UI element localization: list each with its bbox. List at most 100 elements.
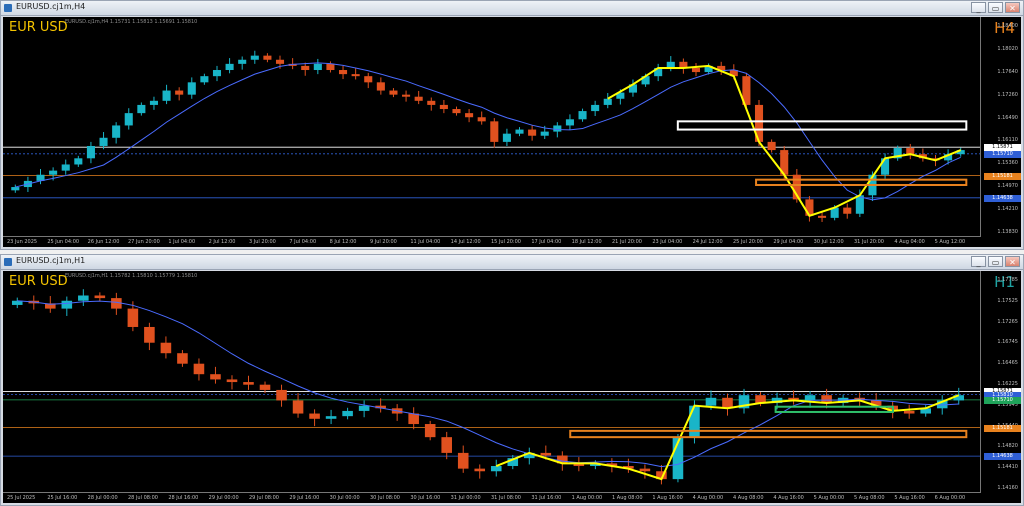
candle-body (903, 410, 915, 414)
price-tick-label: 1.15360 (997, 160, 1018, 167)
price-tick-label: 1.18020 (997, 45, 1018, 52)
zigzag-line (607, 64, 962, 217)
candle-body (540, 131, 549, 136)
price-tick-label: 1.16225 (997, 381, 1018, 387)
ohlc-readout: EURUSD.cj1m,H1 1.15782 1.15810 1.15779 1… (65, 273, 198, 279)
candle-body (477, 117, 486, 122)
time-tick-label: 24 Jul 12:00 (692, 239, 723, 245)
price-tag: 1.15710 (984, 150, 1021, 158)
price-tick-label: 1.16490 (997, 114, 1018, 121)
window-titlebar[interactable]: EURUSD.cj1m,H4 _ ▭ ✕ (1, 1, 1023, 16)
candle-body (309, 413, 320, 419)
time-tick-label: 5 Aug 16:00 (894, 495, 925, 501)
chart-area[interactable]: EUR USD EURUSD.cj1m,H1 1.15782 1.15810 1… (3, 271, 1021, 503)
candle-body (465, 113, 474, 118)
time-tick-label: 29 Jul 04:00 (773, 239, 804, 245)
moving-average-line (17, 300, 959, 468)
candle-body (149, 100, 158, 105)
time-tick-label: 28 Jul 00:00 (87, 495, 118, 501)
chart-area[interactable]: EUR USD EURUSD.cj1m,H4 1.15731 1.15813 1… (3, 17, 1021, 247)
candle-body (276, 389, 287, 401)
time-tick-label: 17 Jul 04:00 (531, 239, 562, 245)
price-tick-label: 1.16110 (997, 137, 1018, 144)
candle-body (124, 113, 133, 126)
price-tick-label: 1.14210 (997, 206, 1018, 213)
candle-body (86, 145, 95, 159)
chart-window-icon (4, 4, 12, 12)
candle-body (767, 141, 776, 151)
restore-button[interactable]: ▭ (988, 2, 1003, 13)
time-tick-label: 29 Jul 00:00 (208, 495, 239, 501)
time-tick-label: 14 Jul 12:00 (450, 239, 481, 245)
time-tick-label: 25 Jul 20:00 (733, 239, 763, 245)
time-tick-label: 1 Aug 08:00 (612, 495, 643, 501)
time-axis[interactable]: 25 Jul 2025 25 Jul 16:00 28 Jul 00:00 28 Ju… (3, 492, 981, 503)
time-tick-label: 5 Aug 00:00 (813, 495, 845, 501)
close-button[interactable]: ✕ (1005, 2, 1020, 13)
minimize-button[interactable]: _ (971, 2, 986, 13)
price-axis[interactable]: 1.17785 1.17525 1.17265 1.16745 1.16465 1.162… (980, 271, 1021, 493)
time-tick-label: 1 Aug 16:00 (652, 495, 683, 501)
candle-body (565, 119, 574, 126)
time-tick-label: 1 Jul 04:00 (168, 239, 196, 245)
minimize-button[interactable]: _ (971, 256, 986, 267)
candle-body (474, 468, 486, 472)
candle-body (705, 397, 717, 406)
chart-window-h4[interactable]: EURUSD.cj1m,H4 _ ▭ ✕ EUR USD EURUSD.cj1m… (0, 0, 1024, 250)
chart-window-h1[interactable]: EURUSD.cj1m,H1 _ ▭ ✕ EUR USD EURUSD.cj1m… (0, 254, 1024, 506)
window-titlebar[interactable]: EURUSD.cj1m,H1 _ ▭ ✕ (1, 255, 1023, 270)
time-tick-label: 11 Jul 04:00 (410, 239, 441, 245)
symbol-label: EUR USD (9, 20, 68, 35)
candle-body (339, 70, 348, 75)
price-tick-label: 1.17525 (997, 297, 1018, 304)
candle-body (193, 363, 205, 375)
candle-body (515, 129, 524, 134)
time-tick-label: 1 Aug 00:00 (571, 495, 603, 501)
candle-body (805, 199, 814, 216)
candle-body (804, 395, 816, 401)
time-tick-label: 25 Jun 04:00 (47, 239, 80, 245)
price-tick-label: 1.17640 (997, 68, 1018, 75)
time-tick-label: 6 Aug 00:00 (934, 495, 966, 501)
price-tag: 1.14638 (984, 194, 1021, 202)
candle-body (259, 384, 271, 390)
candle-body (818, 215, 827, 218)
time-tick-label: 23 Jul 04:00 (652, 239, 683, 245)
time-tick-label: 5 Aug 08:00 (854, 495, 885, 501)
time-tick-label: 4 Aug 04:00 (894, 239, 925, 245)
time-tick-label: 26 Jun 12:00 (87, 239, 120, 245)
restore-button[interactable]: ▭ (988, 256, 1003, 267)
candle-body (639, 468, 651, 472)
time-tick-label: 27 Jun 20:00 (128, 239, 160, 245)
candle-body (275, 59, 285, 64)
time-tick-label: 30 Jul 08:00 (370, 495, 400, 501)
ohlc-readout: EURUSD.cj1m,H4 1.15731 1.15813 1.15691 1… (65, 19, 198, 25)
time-tick-label: 18 Jul 12:00 (571, 239, 602, 245)
candle-body (427, 100, 436, 105)
price-tick-label: 1.16745 (997, 339, 1018, 346)
candle-body (364, 76, 373, 83)
zone-box-orange (755, 178, 968, 187)
candle-body (74, 158, 83, 165)
candle-body (528, 129, 537, 136)
candle-body (490, 466, 502, 472)
price-chart-canvas (3, 289, 981, 485)
candle-body (263, 55, 272, 60)
candle-body (11, 187, 20, 191)
price-tick-label: 1.17260 (997, 91, 1018, 98)
time-axis[interactable]: 23 Jun 2025 25 Jun 04:00 26 Jun 12:00 27 Ju… (3, 236, 981, 247)
zone-box-white (676, 120, 968, 131)
time-tick-label: 28 Jul 16:00 (168, 495, 199, 501)
candle-body (855, 195, 864, 214)
time-tick-label: 23 Jun 2025 (7, 239, 38, 245)
price-tick-label: 1.14160 (997, 485, 1018, 491)
time-tick-label: 31 Jul 08:00 (491, 495, 521, 501)
price-axis[interactable]: 1.18400 1.18020 1.17640 1.17260 1.16490 1.161… (980, 17, 1021, 237)
price-tag: 1.15181 (984, 424, 1021, 432)
candle-body (238, 59, 247, 64)
candle-body (177, 353, 188, 364)
candle-body (61, 300, 73, 309)
candle-body (144, 326, 155, 343)
candle-body (439, 104, 448, 110)
close-button[interactable]: ✕ (1005, 256, 1020, 267)
